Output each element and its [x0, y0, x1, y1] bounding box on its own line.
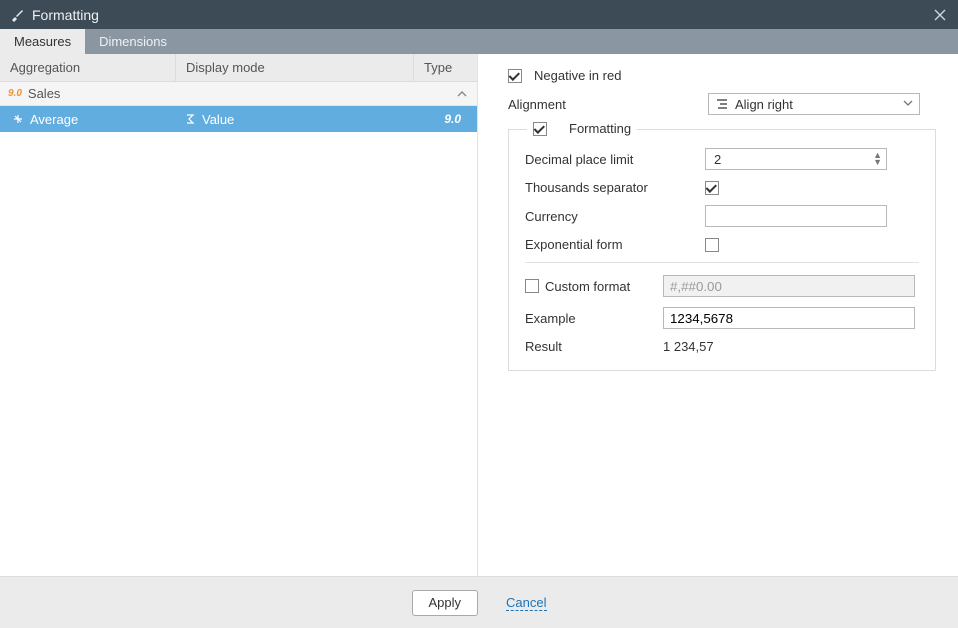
- chevron-down-icon: [903, 98, 913, 108]
- dialog-title: Formatting: [32, 7, 930, 23]
- result-value: 1 234,57: [663, 339, 714, 354]
- spinner-down-icon[interactable]: ▼: [873, 159, 882, 166]
- currency-input[interactable]: [705, 205, 887, 227]
- formatting-enable-checkbox[interactable]: [533, 122, 547, 136]
- custom-format-label: Custom format: [545, 279, 663, 294]
- header-type[interactable]: Type: [414, 54, 477, 81]
- measures-table: Aggregation Display mode Type 9.0 Sales …: [0, 54, 478, 576]
- alignment-value: Align right: [735, 97, 899, 112]
- sigma-icon: [184, 113, 196, 125]
- formatting-group: Formatting Decimal place limit 2 ▲ ▼ Tho…: [508, 129, 936, 371]
- tabs: Measures Dimensions: [0, 29, 958, 54]
- titlebar: Formatting: [0, 0, 958, 29]
- header-display-mode[interactable]: Display mode: [176, 54, 414, 81]
- settings-panel: Negative in red Alignment Align right: [478, 54, 958, 576]
- thousands-label: Thousands separator: [525, 180, 705, 195]
- header-aggregation[interactable]: Aggregation: [0, 54, 176, 81]
- display-mode-value: Value: [202, 112, 234, 127]
- formatting-group-label: Formatting: [569, 121, 631, 136]
- numeric-type-icon: 9.0: [8, 88, 22, 99]
- example-label: Example: [525, 311, 663, 326]
- formatting-dialog: Formatting Measures Dimensions Aggregati…: [0, 0, 958, 628]
- chevron-up-icon: [457, 89, 467, 99]
- cancel-link[interactable]: Cancel: [506, 595, 546, 611]
- table-empty-area: [0, 132, 477, 576]
- table-header: Aggregation Display mode Type: [0, 54, 477, 82]
- tab-measures[interactable]: Measures: [0, 29, 85, 54]
- apply-button[interactable]: Apply: [412, 590, 479, 616]
- alignment-label: Alignment: [508, 97, 708, 112]
- custom-format-input: [663, 275, 915, 297]
- exponential-label: Exponential form: [525, 237, 705, 252]
- aggregation-value: Average: [30, 112, 78, 127]
- close-button[interactable]: [930, 5, 950, 25]
- group-name: Sales: [28, 86, 457, 101]
- decimal-limit-spinner[interactable]: 2 ▲ ▼: [705, 148, 887, 170]
- tab-dimensions[interactable]: Dimensions: [85, 29, 181, 54]
- separator: [525, 262, 919, 263]
- example-input[interactable]: [663, 307, 915, 329]
- decimal-limit-label: Decimal place limit: [525, 152, 705, 167]
- decimal-limit-value: 2: [714, 152, 873, 167]
- brush-icon: [10, 8, 24, 22]
- type-value: 9.0: [414, 112, 477, 126]
- negative-in-red-checkbox[interactable]: [508, 69, 522, 83]
- negative-in-red-label: Negative in red: [534, 68, 621, 83]
- thousands-checkbox[interactable]: [705, 181, 719, 195]
- group-row-sales[interactable]: 9.0 Sales: [0, 82, 477, 106]
- align-right-icon: [715, 98, 729, 110]
- currency-label: Currency: [525, 209, 705, 224]
- exponential-checkbox[interactable]: [705, 238, 719, 252]
- dialog-footer: Apply Cancel: [0, 576, 958, 628]
- average-icon: [12, 113, 24, 125]
- dialog-body: Aggregation Display mode Type 9.0 Sales …: [0, 54, 958, 576]
- alignment-select[interactable]: Align right: [708, 93, 920, 115]
- table-row[interactable]: Average Value 9.0: [0, 106, 477, 132]
- result-label: Result: [525, 339, 663, 354]
- custom-format-checkbox[interactable]: [525, 279, 539, 293]
